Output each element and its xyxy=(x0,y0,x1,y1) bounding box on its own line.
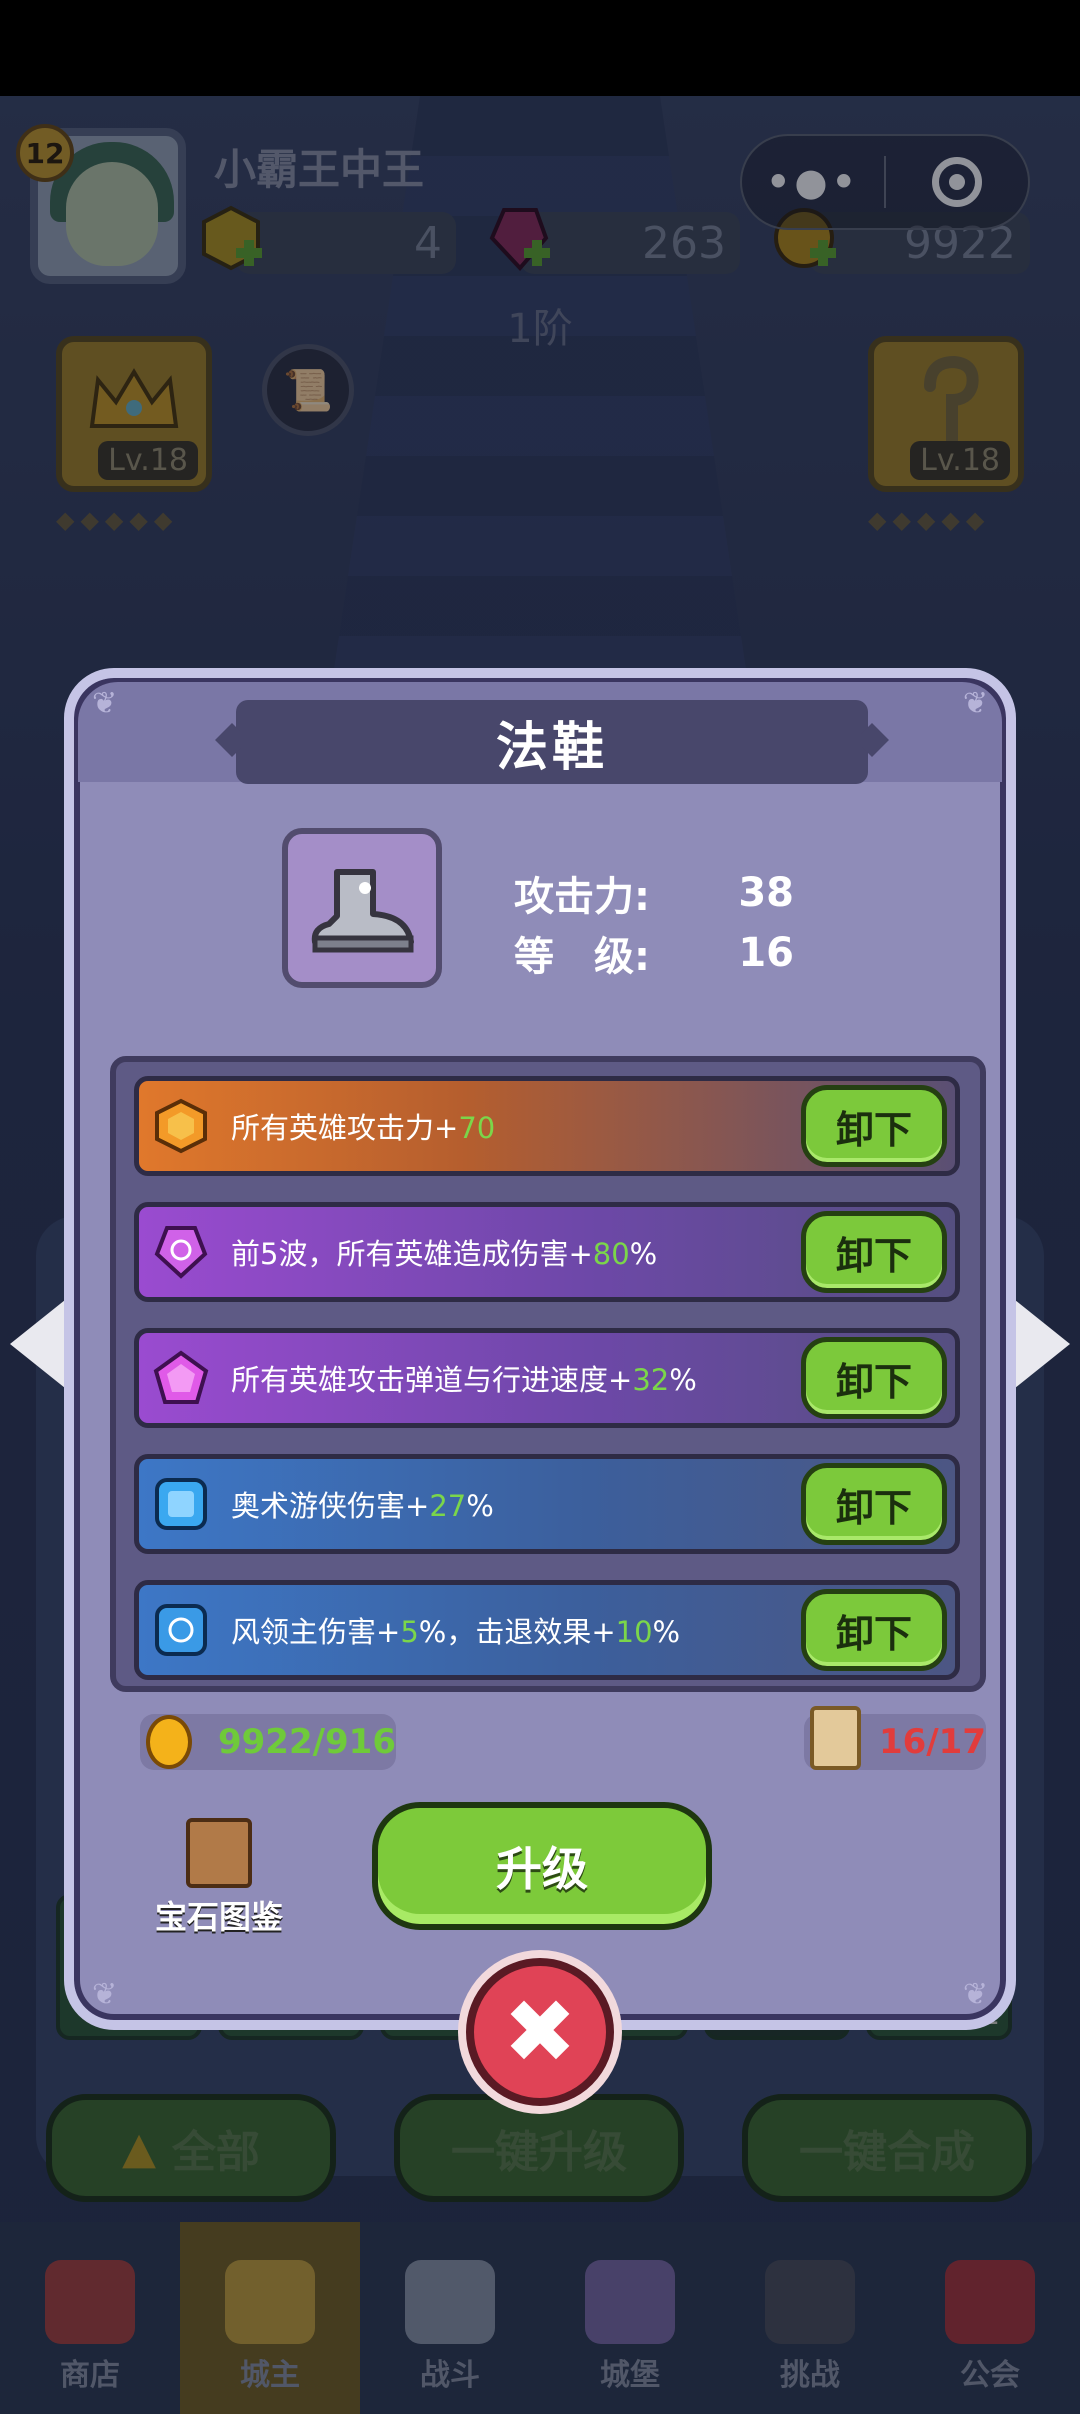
dialog-header: 法鞋 xyxy=(236,700,868,784)
close-icon: ✖ xyxy=(503,1980,577,2083)
stat-level: 等 级: 16 xyxy=(514,930,794,980)
corner-ornament-icon: ❦ xyxy=(92,1977,118,2012)
book-icon xyxy=(186,1818,252,1888)
boot-scroll-icon xyxy=(810,1706,861,1770)
unequip-button[interactable]: 卸下 xyxy=(801,1463,947,1545)
stat-attack: 攻击力: 38 xyxy=(514,870,794,920)
blue-swirl-gem-icon xyxy=(155,1604,207,1656)
corner-ornament-icon: ❦ xyxy=(962,1977,988,2012)
gem-encyclopedia-button[interactable]: 宝石图鉴 xyxy=(144,1818,294,1938)
purple-pentagon-gem-icon xyxy=(153,1350,209,1404)
status-bar xyxy=(0,0,1080,96)
unequip-button[interactable]: 卸下 xyxy=(801,1337,947,1419)
game-screen: 12 小霸王中王 4 263 9922 •●• 1阶 Lv.18 Lv.18 📜… xyxy=(0,96,1080,2414)
prev-arrow-icon[interactable] xyxy=(10,1296,70,1392)
boot-icon xyxy=(311,869,414,953)
scroll-cost: 16/17 xyxy=(804,1706,986,1770)
gem-row: 奥术游侠伤害+27% 卸下 xyxy=(134,1454,960,1554)
unequip-button[interactable]: 卸下 xyxy=(801,1085,947,1167)
scroll-cost-text: 16/17 xyxy=(878,1722,986,1762)
blue-square-gem-icon xyxy=(155,1478,207,1530)
close-dialog-button[interactable]: ✖ xyxy=(466,1958,614,2106)
gem-row: 风领主伤害+5%，击退效果+10% 卸下 xyxy=(134,1580,960,1680)
gem-encyclopedia-label: 宝石图鉴 xyxy=(154,1898,283,1936)
gem-row: 前5波，所有英雄造成伤害+80% 卸下 xyxy=(134,1202,960,1302)
next-arrow-icon[interactable] xyxy=(1010,1296,1070,1392)
unequip-button[interactable]: 卸下 xyxy=(801,1211,947,1293)
unequip-button[interactable]: 卸下 xyxy=(801,1589,947,1671)
orange-hexagon-gem-icon xyxy=(155,1098,207,1154)
coin-cost-text: 9922/916 xyxy=(217,1722,396,1762)
equipment-dialog: ❦ ❦ 法鞋 攻击力: 38 等 级: 16 所有英雄攻击力+70 卸下 前5波… xyxy=(64,668,1016,2030)
coin-icon xyxy=(146,1715,192,1769)
gem-row: 所有英雄攻击力+70 卸下 xyxy=(134,1076,960,1176)
corner-ornament-icon: ❦ xyxy=(92,686,118,721)
gem-row: 所有英雄攻击弹道与行进速度+32% 卸下 xyxy=(134,1328,960,1428)
purple-swirl-gem-icon xyxy=(154,1226,208,1279)
upgrade-button[interactable]: 升级 xyxy=(372,1802,712,1930)
dialog-title: 法鞋 xyxy=(495,717,608,778)
corner-ornament-icon: ❦ xyxy=(962,686,988,721)
coin-cost: 9922/916 xyxy=(140,1714,396,1770)
gem-list: 所有英雄攻击力+70 卸下 前5波，所有英雄造成伤害+80% 卸下 所有英雄攻击… xyxy=(110,1056,986,1692)
equipment-preview xyxy=(282,828,442,988)
